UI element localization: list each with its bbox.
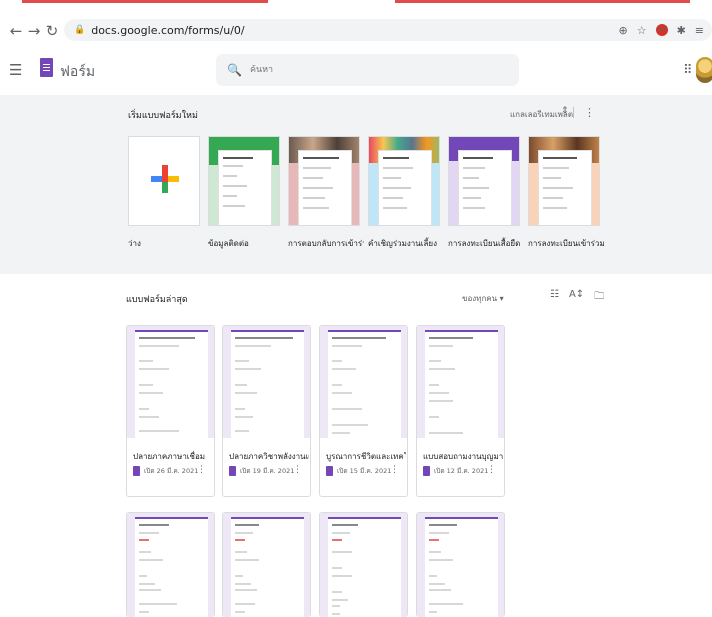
template-label: ข้อมูลติดต่อ xyxy=(208,239,249,248)
more-options-icon[interactable]: ⋮ xyxy=(293,465,302,475)
expand-collapse-icon[interactable]: ⇕ xyxy=(561,106,569,116)
opened-date: เปิด 19 มี.ค. 2021 xyxy=(240,467,295,475)
form-card[interactable] xyxy=(222,512,311,617)
form-icon xyxy=(423,466,430,476)
search-box[interactable]: 🔍 xyxy=(216,54,519,86)
sort-az-icon[interactable]: A↕ xyxy=(569,289,584,306)
main-menu-icon[interactable]: ☰ xyxy=(9,61,22,79)
template-event-registration[interactable] xyxy=(528,136,600,226)
opened-date: เปิด 15 มี.ค. 2021 xyxy=(337,467,392,475)
opened-date: เปิด 26 มี.ค. 2021 xyxy=(144,467,199,475)
form-card[interactable]: บูรณาการชีวิตและเทคโนโลยี... เปิด 15 มี.… xyxy=(319,325,408,497)
app-header: ☰ ฟอร์ม 🔍 ⠿ xyxy=(0,48,712,94)
form-icon xyxy=(326,466,333,476)
template-label: การลงทะเบียนเข้าร่วมกิจก... xyxy=(528,239,604,248)
form-icon xyxy=(229,466,236,476)
tab-strip-line-left xyxy=(22,0,268,3)
back-icon[interactable]: ← xyxy=(6,21,26,41)
extensions-icon[interactable]: ✱ xyxy=(677,24,686,37)
view-options: ☷ A↕ 🗀 xyxy=(550,289,604,306)
form-title: แบบสอบถามงานบุญมาการ xyxy=(423,452,503,461)
template-label: ว่าง xyxy=(128,239,141,248)
more-options-icon[interactable]: ⋮ xyxy=(197,465,206,475)
form-title: ปลายภาควิชาพลังงานและสิ่ง... xyxy=(229,452,309,461)
divider xyxy=(573,107,574,118)
form-card[interactable] xyxy=(319,512,408,617)
reload-icon[interactable]: ↻ xyxy=(42,21,62,41)
owner-filter-dropdown[interactable]: ของทุกคน ▾ xyxy=(462,292,504,305)
apps-grid-icon[interactable]: ⠿ xyxy=(683,63,693,78)
app-title[interactable]: ฟอร์ม xyxy=(60,61,95,83)
avatar[interactable] xyxy=(696,57,712,83)
template-label: การลงทะเบียนเสื้อยืด xyxy=(448,239,521,248)
star-icon[interactable]: ☆ xyxy=(637,24,647,37)
more-options-icon[interactable]: ⋮ xyxy=(390,465,399,475)
template-label: การตอบกลับการเข้าร่วมกิจ... xyxy=(288,239,364,248)
more-options-icon[interactable]: ⋮ xyxy=(487,465,496,475)
template-contact-info[interactable] xyxy=(208,136,280,226)
folder-icon[interactable]: 🗀 xyxy=(594,289,604,306)
form-card[interactable] xyxy=(126,512,215,617)
forms-logo-icon[interactable] xyxy=(40,58,53,77)
tab-strip-line-right xyxy=(395,0,690,3)
template-blank[interactable] xyxy=(128,136,200,226)
forward-icon[interactable]: → xyxy=(24,21,44,41)
reading-list-icon[interactable]: ≡ xyxy=(695,24,704,37)
browser-toolbar: ← → ↻ 🔒 docs.google.com/forms/u/0/ ⊕ ☆ A… xyxy=(0,14,712,48)
opened-date: เปิด 12 มี.ค. 2021 xyxy=(434,467,489,475)
more-options-icon[interactable]: ⋮ xyxy=(584,106,595,119)
template-section-title: เริ่มแบบฟอร์มใหม่ xyxy=(128,111,198,121)
adblock-icon[interactable]: ABP xyxy=(655,24,668,36)
recent-forms-title: แบบฟอร์มล่าสุด xyxy=(126,295,188,305)
search-input[interactable] xyxy=(249,65,450,75)
form-card[interactable]: ปลายภาคภาษาเชื่อม เปิด 26 มี.ค. 2021 ⋮ xyxy=(126,325,215,497)
template-party-invite[interactable] xyxy=(368,136,440,226)
form-card[interactable]: ปลายภาควิชาพลังงานและสิ่ง... เปิด 19 มี.… xyxy=(222,325,311,497)
template-event-rsvp[interactable] xyxy=(288,136,360,226)
form-icon xyxy=(133,466,140,476)
address-bar[interactable]: 🔒 docs.google.com/forms/u/0/ ⊕ ☆ ABP ✱ ≡ xyxy=(64,19,712,41)
list-view-icon[interactable]: ☷ xyxy=(550,289,559,306)
search-icon[interactable]: 🔍 xyxy=(227,63,242,77)
template-label: คำเชิญร่วมงานเลี้ยง xyxy=(368,239,437,248)
template-tshirt-signup[interactable] xyxy=(448,136,520,226)
form-card[interactable] xyxy=(416,512,505,617)
zoom-icon[interactable]: ⊕ xyxy=(618,24,627,37)
url-text: docs.google.com/forms/u/0/ xyxy=(91,23,245,37)
plus-icon xyxy=(151,165,179,193)
form-card[interactable]: แบบสอบถามงานบุญมาการ เปิด 12 มี.ค. 2021 … xyxy=(416,325,505,497)
lock-icon: 🔒 xyxy=(74,25,86,35)
form-title: บูรณาการชีวิตและเทคโนโลยี... xyxy=(326,452,406,461)
form-title: ปลายภาคภาษาเชื่อม xyxy=(133,452,206,461)
